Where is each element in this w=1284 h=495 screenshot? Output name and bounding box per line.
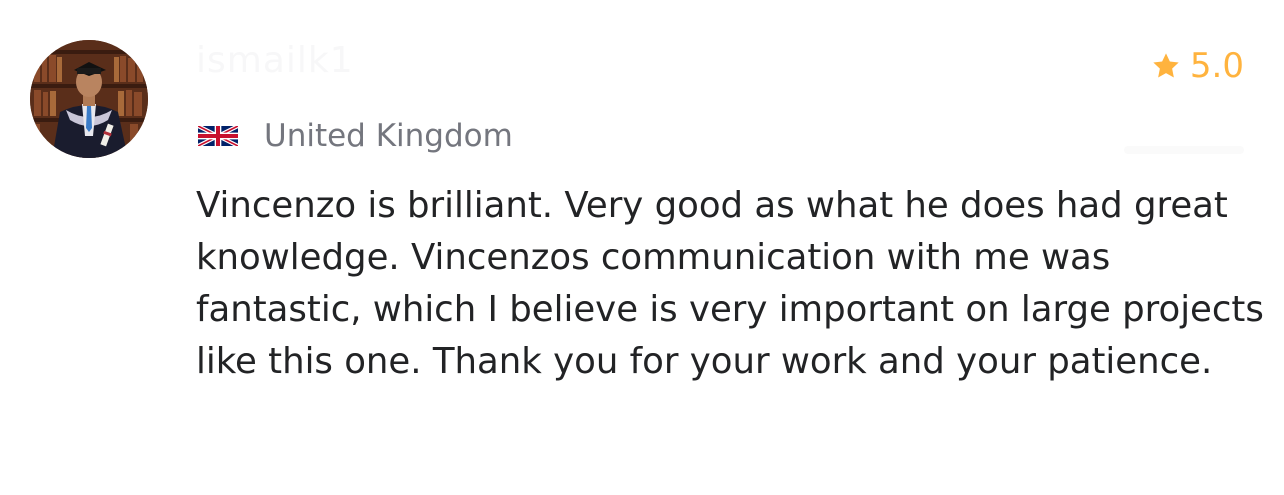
divider: [1124, 146, 1244, 154]
review-card: ismailk1 5.0 United Kingdom Vincenzo is …: [0, 0, 1284, 495]
uk-flag-icon: [198, 123, 238, 149]
review-text: Vincenzo is brilliant. Very good as what…: [196, 185, 1264, 382]
star-icon: [1150, 50, 1182, 82]
avatar-photo: [30, 40, 148, 158]
reviewer-country: United Kingdom: [198, 115, 513, 157]
country-name: United Kingdom: [264, 118, 513, 154]
rating-value: 5.0: [1189, 46, 1244, 86]
rating: 5.0: [1150, 44, 1244, 88]
reviewer-name[interactable]: ismailk1: [196, 40, 354, 81]
reviewer-avatar[interactable]: [30, 40, 148, 158]
